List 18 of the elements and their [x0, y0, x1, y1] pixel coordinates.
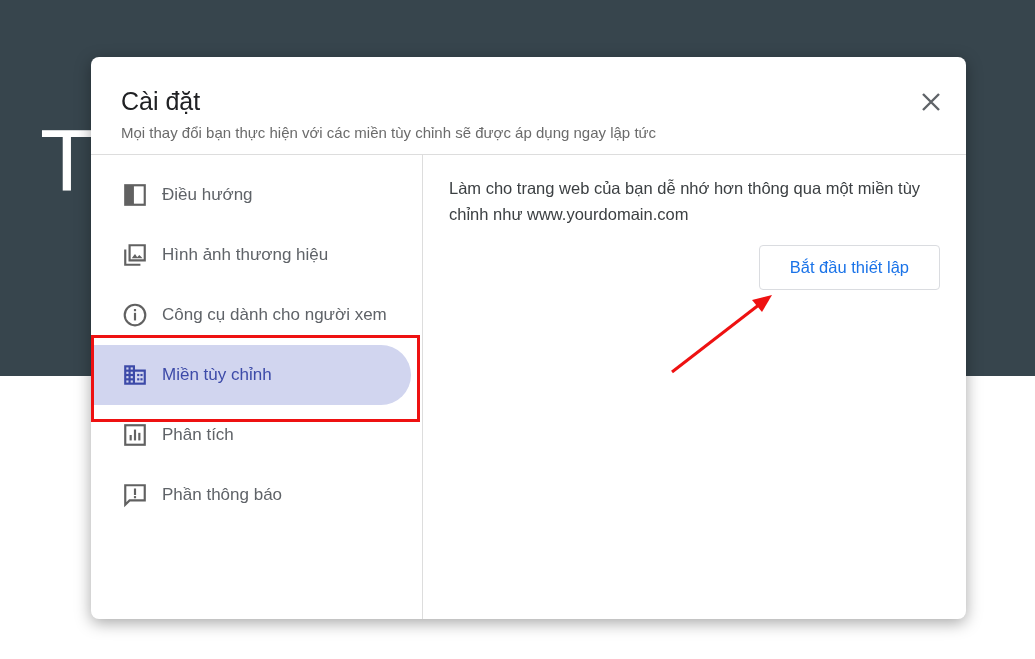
dialog-subtitle: Mọi thay đổi bạn thực hiện với các miền tùy chỉnh sẽ được áp dụng ngay lập tức [121, 124, 658, 141]
image-icon [122, 242, 148, 268]
description-text: Làm cho trang web của bạn dễ nhớ hơn thông qua một miền tùy chỉnh như www.yourdomain.com [449, 178, 922, 225]
sidebar-item[interactable]: Công cụ dành cho người xem [91, 285, 411, 345]
setup-button[interactable]: Bắt đầu thiết lập [758, 245, 940, 290]
page-heading: T [40, 116, 94, 204]
bar-chart-icon [122, 422, 148, 448]
sidebar-item[interactable]: Hình ảnh thương hiệu [91, 225, 411, 285]
sidebar-item[interactable]: Điều hướng [91, 165, 411, 225]
close-button[interactable] [920, 91, 942, 113]
sidebar-item[interactable]: Phần thông báo [91, 465, 411, 525]
info-icon [122, 302, 148, 328]
dialog-title: Cài đặt [121, 87, 201, 116]
sidebar-item[interactable]: Phân tích [91, 405, 411, 465]
sidebar-item[interactable]: Miền tùy chỉnh [91, 345, 411, 405]
speech-bubble-icon [122, 482, 148, 508]
panel-icon [122, 182, 148, 208]
building-icon [122, 362, 148, 388]
